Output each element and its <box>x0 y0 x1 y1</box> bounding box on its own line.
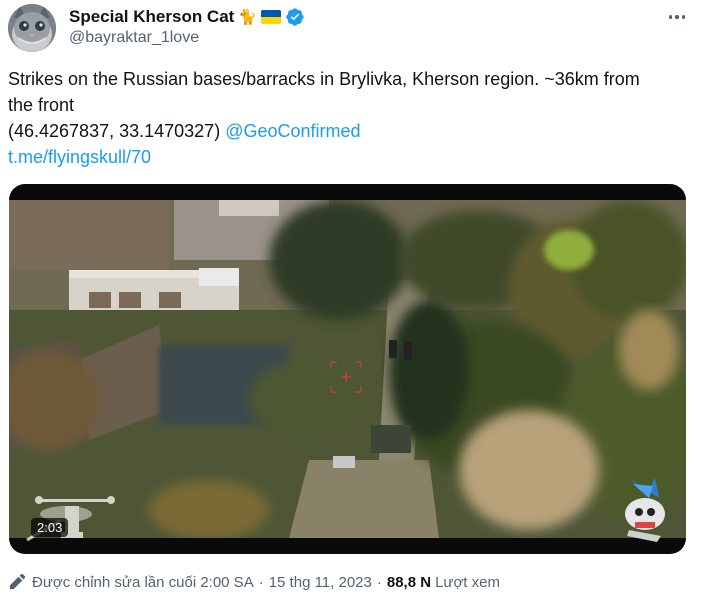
more-options-icon[interactable] <box>664 9 690 25</box>
edited-label[interactable]: Được chỉnh sửa lần cuối 2:00 SA <box>32 574 254 591</box>
footer-separator: · <box>376 573 382 591</box>
tweet-date[interactable]: 15 thg 11, 2023 <box>269 574 372 591</box>
telegram-link[interactable]: t.me/flyingskull/70 <box>8 147 151 167</box>
more-dot <box>668 15 673 19</box>
views-label: Lượt xem <box>435 573 500 591</box>
more-dot <box>681 15 686 19</box>
verified-badge-icon[interactable] <box>285 7 305 27</box>
cat-emoji: 🐈 <box>238 8 258 26</box>
video-duration-badge: 2:03 <box>31 518 69 537</box>
pencil-icon <box>8 573 26 591</box>
account-name-row[interactable]: Special Kherson Cat 🐈 <box>69 6 305 28</box>
video-player[interactable]: 2:03 <box>9 184 686 554</box>
views-count: 88,8 N <box>386 573 432 591</box>
footer-separator: · <box>258 573 264 591</box>
cat-avatar-image <box>8 4 56 52</box>
more-dot <box>675 15 679 19</box>
ukraine-flag-icon <box>261 10 282 24</box>
tweet-text-line: (46.4267837, 33.1470327) @GeoConfirmed <box>8 118 688 144</box>
tweet-meta-footer: Được chỉnh sửa lần cuối 2:00 SA · 15 thg… <box>8 573 500 591</box>
display-name[interactable]: Special Kherson Cat <box>69 7 234 27</box>
tweet-text-line: t.me/flyingskull/70 <box>8 144 688 170</box>
tweet-text-line: the front <box>8 95 75 115</box>
avatar[interactable] <box>8 4 56 52</box>
flying-skull-watermark-icon <box>625 478 665 542</box>
tweet-card: Special Kherson Cat 🐈 @bayraktar_1love S… <box>0 0 701 600</box>
mention-link[interactable]: @GeoConfirmed <box>225 121 360 141</box>
account-handle[interactable]: @bayraktar_1love <box>69 29 199 47</box>
tweet-text-line: Strikes on the Russian bases/barracks in… <box>8 69 640 89</box>
coordinates-text: (46.4267837, 33.1470327) <box>8 121 221 141</box>
tweet-text: Strikes on the Russian bases/barracks in… <box>8 66 688 170</box>
